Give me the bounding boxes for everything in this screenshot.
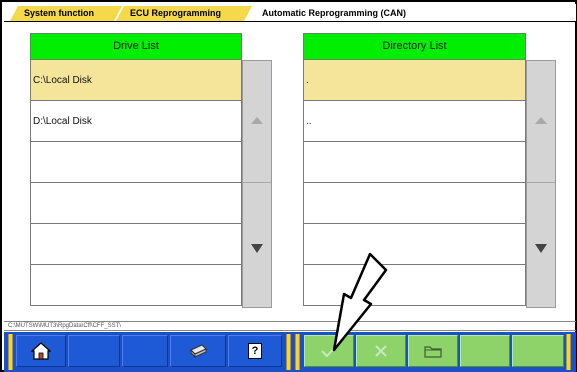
drive-scroll-down-button[interactable] <box>243 184 271 306</box>
toolbar-separator <box>295 334 300 370</box>
toolbar-separator <box>286 334 291 370</box>
current-path: C:\MUTSW\MUT3\RpgData\Cff\CFF_SST\ <box>4 321 576 331</box>
directory-list-item[interactable] <box>304 183 526 224</box>
print-button[interactable] <box>170 335 226 367</box>
arrow-down-icon <box>535 244 547 253</box>
drive-list-item[interactable] <box>31 142 242 183</box>
directory-scroll-up-button[interactable] <box>527 61 555 183</box>
drive-list-panel: Drive List C:\Local Disk D:\Local Disk <box>30 33 272 308</box>
breadcrumb-divider <box>4 21 576 22</box>
drive-list-item[interactable]: D:\Local Disk <box>31 101 242 142</box>
home-button[interactable] <box>16 335 66 367</box>
arrow-up-icon <box>251 117 263 124</box>
drive-list-scrollbar <box>242 60 272 308</box>
toolbar-blank-button[interactable] <box>460 335 510 367</box>
home-icon <box>31 342 51 360</box>
drive-list-item[interactable] <box>31 265 242 306</box>
drive-list-item[interactable] <box>31 224 242 265</box>
app-frame: System function ECU Reprogramming Automa… <box>0 0 577 372</box>
callout-arrow-icon <box>332 252 388 352</box>
bottom-toolbar: ? <box>4 332 576 372</box>
drive-list-item[interactable] <box>31 183 242 224</box>
printer-icon <box>190 344 207 359</box>
directory-list-scrollbar <box>526 60 556 308</box>
directory-list-header: Directory List <box>303 33 526 60</box>
directory-list-item[interactable] <box>304 142 526 183</box>
toolbar-separator <box>566 334 571 370</box>
help-button[interactable]: ? <box>228 335 282 367</box>
directory-list-item[interactable]: .. <box>304 101 526 142</box>
toolbar-blank-button[interactable] <box>122 335 168 367</box>
drive-list-header: Drive List <box>30 33 242 60</box>
arrow-down-icon <box>251 244 263 253</box>
folder-icon <box>424 346 442 358</box>
directory-scroll-down-button[interactable] <box>527 184 555 306</box>
breadcrumb-system-function[interactable]: System function <box>10 6 122 21</box>
help-icon: ? <box>248 343 262 359</box>
breadcrumb-current-page: Automatic Reprogramming (CAN) <box>262 8 407 18</box>
drive-scroll-up-button[interactable] <box>243 61 271 183</box>
toolbar-blank-button[interactable] <box>512 335 564 367</box>
arrow-up-icon <box>535 117 547 124</box>
drive-list: C:\Local Disk D:\Local Disk <box>30 60 242 306</box>
toolbar-separator <box>8 334 13 370</box>
breadcrumb: System function ECU Reprogramming Automa… <box>4 4 576 22</box>
breadcrumb-ecu-reprogramming[interactable]: ECU Reprogramming <box>116 6 252 21</box>
open-folder-button[interactable] <box>408 335 458 367</box>
directory-list-item[interactable]: . <box>304 60 526 101</box>
toolbar-blank-button[interactable] <box>68 335 120 367</box>
drive-list-item[interactable]: C:\Local Disk <box>31 60 242 101</box>
